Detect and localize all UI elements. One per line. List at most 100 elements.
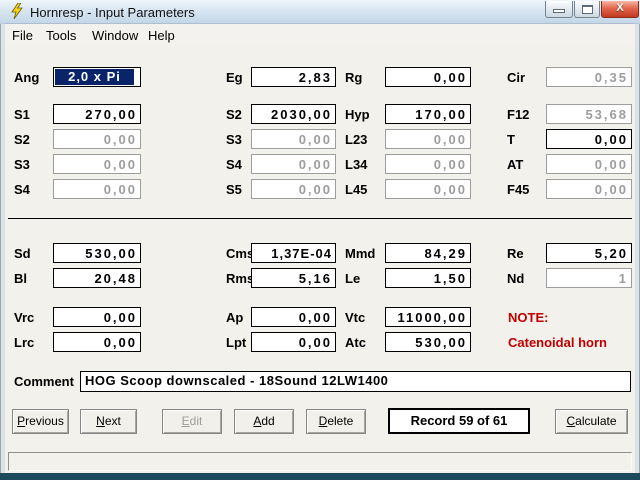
window-frame-bottom bbox=[0, 473, 640, 480]
rg-input[interactable]: 0,00 bbox=[385, 67, 471, 87]
lrc-input[interactable]: 0,00 bbox=[53, 332, 141, 352]
cir-input: 0,35 bbox=[546, 67, 632, 87]
field-label-lpt: Lpt bbox=[226, 335, 247, 350]
section-divider bbox=[8, 218, 632, 219]
vtc-input[interactable]: 11000,00 bbox=[385, 307, 471, 327]
field-label-mmd: Mmd bbox=[345, 246, 376, 261]
s3b-input: 0,00 bbox=[53, 154, 141, 174]
title-bar[interactable]: Hornresp - Input Parameters X bbox=[0, 0, 640, 24]
field-label-s3a: S3 bbox=[226, 132, 242, 147]
vrc-input[interactable]: 0,00 bbox=[53, 307, 141, 327]
field-label-at: AT bbox=[507, 157, 524, 172]
record-indicator: Record 59 of 61 bbox=[388, 408, 530, 434]
t-input[interactable]: 0,00 bbox=[546, 129, 632, 149]
app-icon bbox=[11, 3, 23, 19]
field-label-s4a: S4 bbox=[226, 157, 242, 172]
cms-input[interactable]: 1,37E-04 bbox=[251, 243, 336, 263]
hornresp-window: Hornresp - Input Parameters X File Tools… bbox=[0, 0, 640, 480]
field-label-t: T bbox=[507, 132, 515, 147]
field-label-ang: Ang bbox=[14, 70, 40, 85]
window-title: Hornresp - Input Parameters bbox=[30, 5, 195, 20]
field-label-s3b: S3 bbox=[14, 157, 30, 172]
field-label-rms: Rms bbox=[226, 271, 255, 286]
ap-input[interactable]: 0,00 bbox=[251, 307, 336, 327]
bl-input[interactable]: 20,48 bbox=[53, 268, 141, 288]
field-label-f12: F12 bbox=[507, 107, 530, 122]
s2-input[interactable]: 2030,00 bbox=[251, 104, 336, 124]
field-label-s2b: S2 bbox=[14, 132, 30, 147]
minimize-button[interactable] bbox=[545, 1, 573, 18]
s1-input[interactable]: 270,00 bbox=[53, 104, 141, 124]
ang-selected-text: 2,0 x Pi bbox=[55, 69, 134, 85]
field-label-l34: L34 bbox=[345, 157, 368, 172]
field-label-bl: Bl bbox=[14, 271, 27, 286]
field-label-sd: Sd bbox=[14, 246, 31, 261]
field-label-vrc: Vrc bbox=[14, 310, 35, 325]
note-text: Catenoidal horn bbox=[508, 335, 607, 350]
field-label-vtc: Vtc bbox=[345, 310, 366, 325]
field-label-nd: Nd bbox=[507, 271, 525, 286]
field-label-l45: L45 bbox=[345, 182, 368, 197]
note-heading: NOTE: bbox=[508, 310, 549, 325]
menu-bar: File Tools Window Help bbox=[1, 24, 639, 46]
field-label-le: Le bbox=[345, 271, 361, 286]
close-icon: X bbox=[616, 2, 624, 14]
edit-button: Edit bbox=[162, 409, 222, 434]
field-label-s2: S2 bbox=[226, 107, 242, 122]
field-label-hyp: Hyp bbox=[345, 107, 370, 122]
sd-input[interactable]: 530,00 bbox=[53, 243, 141, 263]
menu-file[interactable]: File bbox=[10, 28, 35, 43]
minimize-icon bbox=[553, 9, 565, 13]
delete-button[interactable]: Delete bbox=[306, 409, 366, 434]
s4b-input: 0,00 bbox=[53, 179, 141, 199]
window-frame-right bbox=[635, 23, 640, 473]
f12-input: 53,68 bbox=[546, 104, 632, 124]
menu-window[interactable]: Window bbox=[90, 28, 140, 43]
nd-input: 1 bbox=[546, 268, 632, 288]
s5-input: 0,00 bbox=[251, 179, 336, 199]
add-button[interactable]: Add bbox=[234, 409, 294, 434]
calculate-button[interactable]: Calculate bbox=[555, 409, 628, 434]
le-input[interactable]: 1,50 bbox=[385, 268, 471, 288]
field-label-atc: Atc bbox=[345, 335, 366, 350]
re-input[interactable]: 5,20 bbox=[546, 243, 632, 263]
field-label-rg: Rg bbox=[345, 70, 363, 85]
field-label-re: Re bbox=[507, 246, 524, 261]
eg-input[interactable]: 2,83 bbox=[251, 67, 336, 87]
field-label-s5: S5 bbox=[226, 182, 242, 197]
lpt-input[interactable]: 0,00 bbox=[251, 332, 336, 352]
maximize-button[interactable] bbox=[574, 1, 600, 18]
l34-input: 0,00 bbox=[385, 154, 471, 174]
ang-input[interactable]: 2,0 x Pi bbox=[53, 67, 141, 87]
at-input: 0,00 bbox=[546, 154, 632, 174]
field-label-s1: S1 bbox=[14, 107, 30, 122]
field-label-l23: L23 bbox=[345, 132, 368, 147]
field-label-cms: Cms bbox=[226, 246, 255, 261]
field-label-f45: F45 bbox=[507, 182, 530, 197]
maximize-icon bbox=[582, 5, 593, 14]
atc-input[interactable]: 530,00 bbox=[385, 332, 471, 352]
comment-label: Comment bbox=[14, 374, 74, 389]
window-frame-left bbox=[0, 23, 5, 473]
status-bar bbox=[8, 452, 632, 471]
l23-input: 0,00 bbox=[385, 129, 471, 149]
l45-input: 0,00 bbox=[385, 179, 471, 199]
menu-help[interactable]: Help bbox=[146, 28, 177, 43]
rms-input[interactable]: 5,16 bbox=[251, 268, 336, 288]
field-label-lrc: Lrc bbox=[14, 335, 35, 350]
field-label-ap: Ap bbox=[226, 310, 244, 325]
hyp-input[interactable]: 170,00 bbox=[385, 104, 471, 124]
mmd-input[interactable]: 84,29 bbox=[385, 243, 471, 263]
menu-tools[interactable]: Tools bbox=[44, 28, 78, 43]
field-label-cir: Cir bbox=[507, 70, 526, 85]
field-label-eg: Eg bbox=[226, 70, 243, 85]
s3a-input: 0,00 bbox=[251, 129, 336, 149]
close-button[interactable]: X bbox=[601, 1, 639, 18]
s4a-input: 0,00 bbox=[251, 154, 336, 174]
f45-input: 0,00 bbox=[546, 179, 632, 199]
comment-input[interactable]: HOG Scoop downscaled - 18Sound 12LW1400 bbox=[80, 371, 631, 392]
field-label-s4b: S4 bbox=[14, 182, 30, 197]
next-button[interactable]: Next bbox=[80, 409, 137, 434]
previous-button[interactable]: Previous bbox=[12, 409, 69, 434]
s2b-input: 0,00 bbox=[53, 129, 141, 149]
